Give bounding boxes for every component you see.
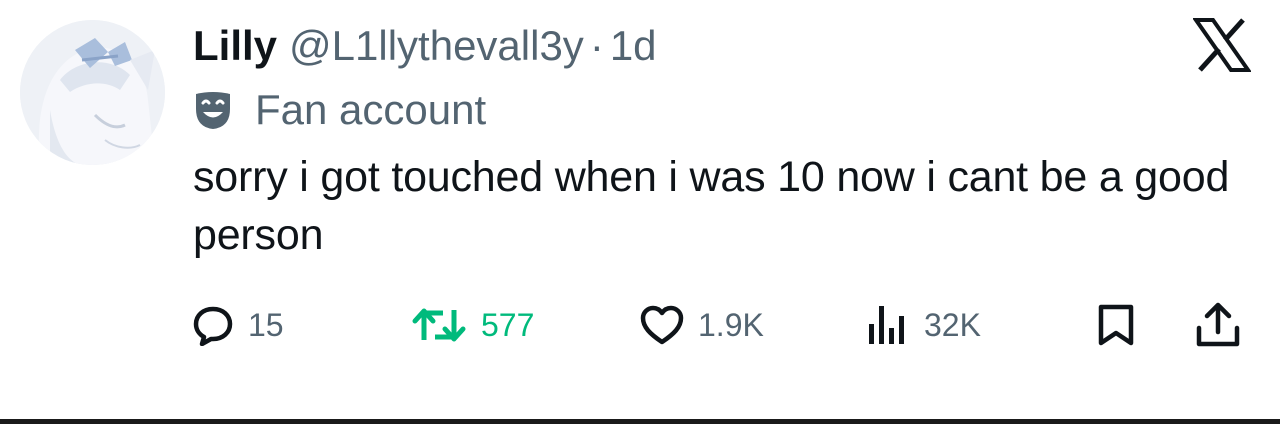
divider: [0, 419, 1280, 424]
separator-dot: ·: [589, 22, 604, 69]
share-icon: [1196, 302, 1240, 347]
x-logo-icon: [1193, 18, 1251, 72]
views-icon: [869, 306, 904, 344]
bookmark-icon: [1098, 304, 1134, 346]
share-button[interactable]: [1195, 300, 1241, 350]
timestamp[interactable]: 1d: [610, 22, 657, 70]
repost-button[interactable]: 577: [411, 300, 534, 350]
avatar[interactable]: [20, 20, 165, 165]
tweet-text: sorry i got touched when i was 10 now i …: [193, 153, 1230, 259]
view-count: 32K: [924, 306, 981, 343]
like-button[interactable]: 1.9K: [640, 300, 764, 350]
avatar-image: [20, 20, 165, 165]
account-label: Fan account: [193, 84, 486, 136]
repost-icon: [412, 308, 466, 342]
user-handle[interactable]: @L1llythevall3y: [289, 22, 584, 70]
views-button[interactable]: 32K: [866, 300, 981, 350]
theater-mask-icon: [196, 92, 230, 129]
reply-icon: [193, 306, 233, 346]
tweet-actions: 15 577 1.9K 32K: [0, 300, 1280, 350]
account-label-text: Fan account: [255, 86, 487, 133]
heart-icon: [640, 305, 684, 345]
repost-count: 577: [481, 306, 535, 343]
display-name[interactable]: Lilly: [193, 22, 277, 70]
reply-count: 15: [248, 306, 284, 343]
reply-button[interactable]: 15: [192, 300, 284, 350]
bookmark-button[interactable]: [1096, 300, 1136, 350]
tweet-card[interactable]: Lilly @L1llythevall3y · 1d Fan account s…: [0, 0, 1280, 424]
like-count: 1.9K: [698, 306, 764, 343]
tweet-header: Lilly @L1llythevall3y · 1d: [193, 18, 657, 74]
